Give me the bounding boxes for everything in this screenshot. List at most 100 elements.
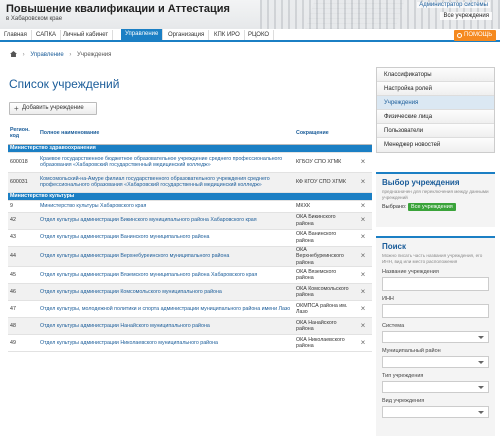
section-title: Министерство здравоохранения [8,144,372,153]
nav-item-cabinet[interactable]: Личный кабинет [59,30,114,40]
home-icon[interactable] [10,51,17,57]
add-institution-button[interactable]: + Добавить учреждение [9,102,97,115]
institution-choice-panel: Выбор учреждения предназначен для перекл… [376,172,495,227]
help-button[interactable]: ПОМОЩЬ [454,30,496,41]
cell-name[interactable]: Отдел культуры администрации Ванинского … [38,229,294,247]
cell-name[interactable]: Отдел культуры администрации Николаевско… [38,334,294,352]
sidebar-item-institutions[interactable]: Учреждения [377,96,494,110]
nav-item-rcoko[interactable]: РЦОКО [244,30,275,40]
site-subtitle: в Хабаровском крае [6,16,63,22]
institution-selector[interactable]: Все учреждения [440,12,492,20]
cell-code: 46 [8,283,38,301]
field-label-system: Система [382,323,405,329]
cell-short: КФ КГОУ СПО ХГМК [294,172,354,193]
table-row[interactable]: 48 Отдел культуры администрации Нанайског… [8,317,372,335]
nav-item-home[interactable]: Главная [0,30,32,40]
delete-icon[interactable]: × [354,246,372,267]
table-row[interactable]: 45 Отдел культуры администрации Вяземског… [8,266,372,284]
cell-short: ОКА Нанайского района [294,317,354,335]
institution-choice-title: Выбор учреждения [382,178,460,187]
cell-short: ОКА Комсомольского района [294,283,354,301]
sidebar-item-news-manager[interactable]: Менеджер новостей [377,138,494,152]
cell-name[interactable]: Отдел культуры, молодежной политики и сп… [38,300,294,318]
sidebar-item-roles[interactable]: Настройка ролей [377,82,494,96]
delete-icon[interactable]: × [354,283,372,301]
cell-short: ОКА Верхнебуреинского района [294,246,354,267]
sidebar-item-users[interactable]: Пользователи [377,124,494,138]
table-row[interactable]: 47 Отдел культуры, молодежной политики и … [8,300,372,318]
table-header: Регион. код Полное наименование Сокращен… [8,123,372,145]
type-select[interactable] [382,381,489,393]
section-title: Министерство культуры [8,192,372,201]
kind-select[interactable] [382,406,489,418]
table-row[interactable]: 600031 Комсомольский-на-Амуре филиал госу… [8,172,372,193]
help-icon [457,33,462,38]
cell-code: 600018 [8,152,38,173]
user-link[interactable]: Администратор системы [417,2,490,8]
cell-code: 9 [8,200,38,213]
nav-item-kpk-iro[interactable]: КПК ИРО [210,30,245,40]
plus-icon: + [14,104,19,113]
table-row[interactable]: 43 Отдел культуры администрации Ванинског… [8,229,372,247]
sidebar-item-persons[interactable]: Физические лица [377,110,494,124]
delete-icon[interactable]: × [354,300,372,318]
table-row[interactable]: 49 Отдел культуры администрации Николаевс… [8,334,372,352]
selected-institution: Выбрано: Все учреждения [376,200,495,214]
cell-name[interactable]: Комсомольский-на-Амуре филиал государств… [38,172,294,193]
column-header-code[interactable]: Регион. код [8,123,38,145]
delete-icon[interactable]: × [354,317,372,335]
inn-input[interactable] [382,304,489,318]
cell-short: ОКА Николаевского района [294,334,354,352]
cell-name[interactable]: Отдел культуры администрации Комсомольск… [38,283,294,301]
field-label-district: Муниципальный район [382,348,441,354]
table-row[interactable]: 44 Отдел культуры администрации Верхнебур… [8,246,372,267]
cell-name[interactable]: Краевое государственное бюджетное образо… [38,152,294,173]
nav-item-organization[interactable]: Организация [164,30,210,40]
table-row[interactable]: 9 Министерство культуры Хабаровского края… [8,200,372,213]
sidebar: Классификаторы Настройка ролей Учреждени… [376,67,495,153]
delete-icon[interactable]: × [354,172,372,193]
delete-icon[interactable]: × [354,334,372,352]
nav-item-sapka[interactable]: САПКА [32,30,61,40]
cell-name[interactable]: Министерство культуры Хабаровского края [38,200,294,213]
delete-icon[interactable]: × [354,200,372,213]
cell-code: 600031 [8,172,38,193]
help-label: ПОМОЩЬ [464,32,493,38]
sidebar-item-classifiers[interactable]: Классификаторы [377,68,494,82]
breadcrumb-management[interactable]: Управление [30,52,63,58]
table-row[interactable]: 42 Отдел культуры администрации Бикинског… [8,212,372,230]
cell-short: КГБОУ СПО ХГМК [294,152,354,173]
search-panel: Поиск Можно писать часть названия учрежд… [376,236,495,436]
system-select[interactable] [382,331,489,343]
district-select[interactable] [382,356,489,368]
search-hint: Можно писать часть названия учреждения, … [382,253,483,264]
cell-name[interactable]: Отдел культуры администрации Верхнебуреи… [38,246,294,267]
column-header-name[interactable]: Полное наименование [38,123,294,145]
institution-name-input[interactable] [382,277,489,291]
cell-name[interactable]: Отдел культуры администрации Нанайского … [38,317,294,335]
delete-icon[interactable]: × [354,212,372,230]
cell-code: 44 [8,246,38,267]
column-header-short[interactable]: Сокращение [294,123,354,145]
delete-icon[interactable]: × [354,266,372,284]
cell-name[interactable]: Отдел культуры администрации Вяземского … [38,266,294,284]
table-row[interactable]: 46 Отдел культуры администрации Комсомоль… [8,283,372,301]
search-title: Поиск [382,242,407,251]
cell-code: 47 [8,300,38,318]
cell-name[interactable]: Отдел культуры администрации Бикинского … [38,212,294,230]
cell-code: 49 [8,334,38,352]
page-title: Список учреждений [9,77,120,91]
cell-code: 48 [8,317,38,335]
delete-icon[interactable]: × [354,152,372,173]
selected-institution-badge[interactable]: Все учреждения [408,203,456,211]
institution-choice-hint: предназначен для переключения между данн… [382,189,489,200]
nav-item-management[interactable]: Управление [121,29,164,40]
delete-icon[interactable]: × [354,229,372,247]
cell-short: ОКМПСА района им. Лазо [294,300,354,318]
selected-label: Выбрано: [382,204,407,210]
breadcrumb: › Управление › Учреждения [10,51,111,58]
table-row[interactable]: 600018 Краевое государственное бюджетное … [8,152,372,173]
field-label-kind: Вид учреждения [382,398,425,404]
add-institution-label: Добавить учреждение [22,105,84,111]
field-label-name: Название учреждения [382,269,439,275]
